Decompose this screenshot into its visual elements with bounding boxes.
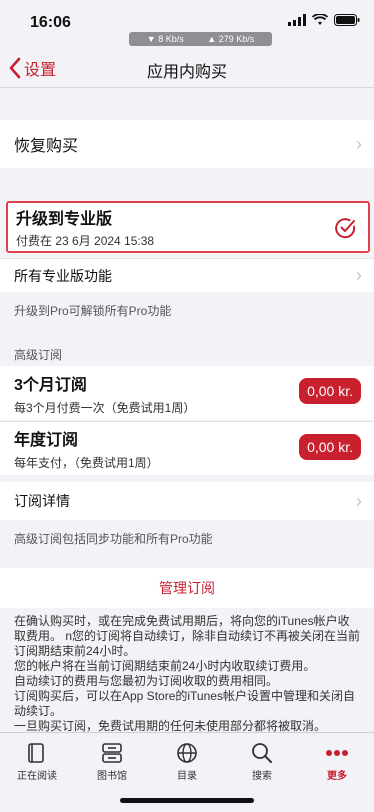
tab-reading[interactable]: 正在阅读 xyxy=(0,739,74,782)
subscription-desc: 每3个月付费一次（免费试用1周） xyxy=(14,400,196,415)
tab-search[interactable]: 搜索 xyxy=(225,739,299,782)
status-icons xyxy=(288,14,360,26)
chevron-right-icon: › xyxy=(356,265,362,285)
premium-header-text: 高级订阅 xyxy=(14,348,63,362)
tab-more[interactable]: 更多 xyxy=(300,739,374,782)
checkmark-circle-icon xyxy=(335,218,356,239)
all-pro-features-label: 所有专业版功能 xyxy=(14,267,112,284)
details-hint-text: 高级订阅包括同步功能和所有Pro功能 xyxy=(14,532,213,546)
subscription-3-months-row[interactable]: 3个月订阅 每3个月付费一次（免费试用1周） 0,00 kr. xyxy=(0,366,374,420)
legal-paragraph: 在确认购买时，或在完成免费试用期后，将向您的iTunes帐户收取费用。 n您的订… xyxy=(14,614,361,658)
search-icon xyxy=(252,743,272,763)
globe-icon xyxy=(177,743,197,763)
home-indicator xyxy=(120,798,254,803)
tab-label: 更多 xyxy=(327,771,347,782)
manage-subscription-row[interactable]: 管理订阅 xyxy=(0,568,374,608)
upload-speed: ▲ 279 Kb/s xyxy=(207,34,255,44)
legal-text: 在确认购买时，或在完成免费试用期后，将向您的iTunes帐户收取费用。 n您的订… xyxy=(0,614,374,732)
upgrade-pro-row[interactable]: 升级到专业版 付费在 23 6月 2024 15:38 xyxy=(6,201,370,253)
legal-paragraph: 您的帐户将在当前订阅期结束前24小时内收取续订费用。 xyxy=(14,659,316,673)
legal-paragraph: 一旦购买订阅，免费试用期的任何未使用部分都将被取消。 xyxy=(14,719,327,732)
upgrade-pro-subtitle: 付费在 23 6月 2024 15:38 xyxy=(16,234,155,248)
tab-label: 图书馆 xyxy=(97,771,127,782)
legal-paragraph: 订阅购买后，可以在App Store的iTunes帐户设置中管理和关闭自动续订。 xyxy=(14,689,355,718)
status-bar: 16:06 ▼ 8 Kb/s ▲ 279 Kb/s xyxy=(0,0,374,48)
page-title: 应用内购买 xyxy=(146,64,227,81)
price-button[interactable]: 0,00 kr. xyxy=(299,378,361,404)
download-speed: ▼ 8 Kb/s xyxy=(146,34,184,44)
restore-purchases-label: 恢复购买 xyxy=(14,138,79,155)
legal-paragraph: 自动续订的费用与您最初为订阅收取的费用相同。 xyxy=(14,674,279,688)
battery-icon xyxy=(334,14,360,26)
premium-section-header: 高级订阅 xyxy=(0,346,374,363)
subscription-title: 年度订阅 xyxy=(14,432,79,449)
upgrade-pro-title: 升级到专业版 xyxy=(16,211,113,228)
content: 恢复购买 › 升级到专业版 付费在 23 6月 2024 15:38 所有专业版… xyxy=(0,88,374,732)
features-hint-text: 升级到Pro可解锁所有Pro功能 xyxy=(14,304,172,318)
tab-label: 目录 xyxy=(177,771,197,782)
wifi-icon xyxy=(312,14,328,25)
restore-purchases-row[interactable]: 恢复购买 › xyxy=(0,120,374,168)
price-button[interactable]: 0,00 kr. xyxy=(299,434,361,460)
chevron-right-icon: › xyxy=(356,490,362,511)
library-icon xyxy=(102,743,122,763)
status-time: 16:06 xyxy=(30,14,71,31)
features-hint: 升级到Pro可解锁所有Pro功能 xyxy=(0,302,374,319)
subscription-title: 3个月订阅 xyxy=(14,376,87,394)
navigation-bar: 设置 应用内购买 xyxy=(0,48,374,88)
manage-subscription-label: 管理订阅 xyxy=(159,580,215,596)
all-pro-features-row[interactable]: 所有专业版功能 › xyxy=(0,258,374,292)
tab-label: 正在阅读 xyxy=(17,771,57,782)
tab-catalog[interactable]: 目录 xyxy=(150,739,224,782)
subscription-yearly-row[interactable]: 年度订阅 每年支付，（免费试用1周） 0,00 kr. xyxy=(0,421,374,475)
subscription-details-label: 订阅详情 xyxy=(14,493,70,509)
signal-icon xyxy=(288,14,306,26)
tab-label: 搜索 xyxy=(252,771,272,782)
chevron-right-icon: › xyxy=(356,133,362,154)
details-hint: 高级订阅包括同步功能和所有Pro功能 xyxy=(0,530,374,547)
more-icon xyxy=(326,750,348,756)
subscription-desc: 每年支付，（免费试用1周） xyxy=(14,456,159,470)
network-speed-indicator: ▼ 8 Kb/s ▲ 279 Kb/s xyxy=(129,32,272,46)
tab-library[interactable]: 图书馆 xyxy=(75,739,149,782)
subscription-details-row[interactable]: 订阅详情 › xyxy=(0,482,374,520)
book-icon xyxy=(28,743,44,763)
